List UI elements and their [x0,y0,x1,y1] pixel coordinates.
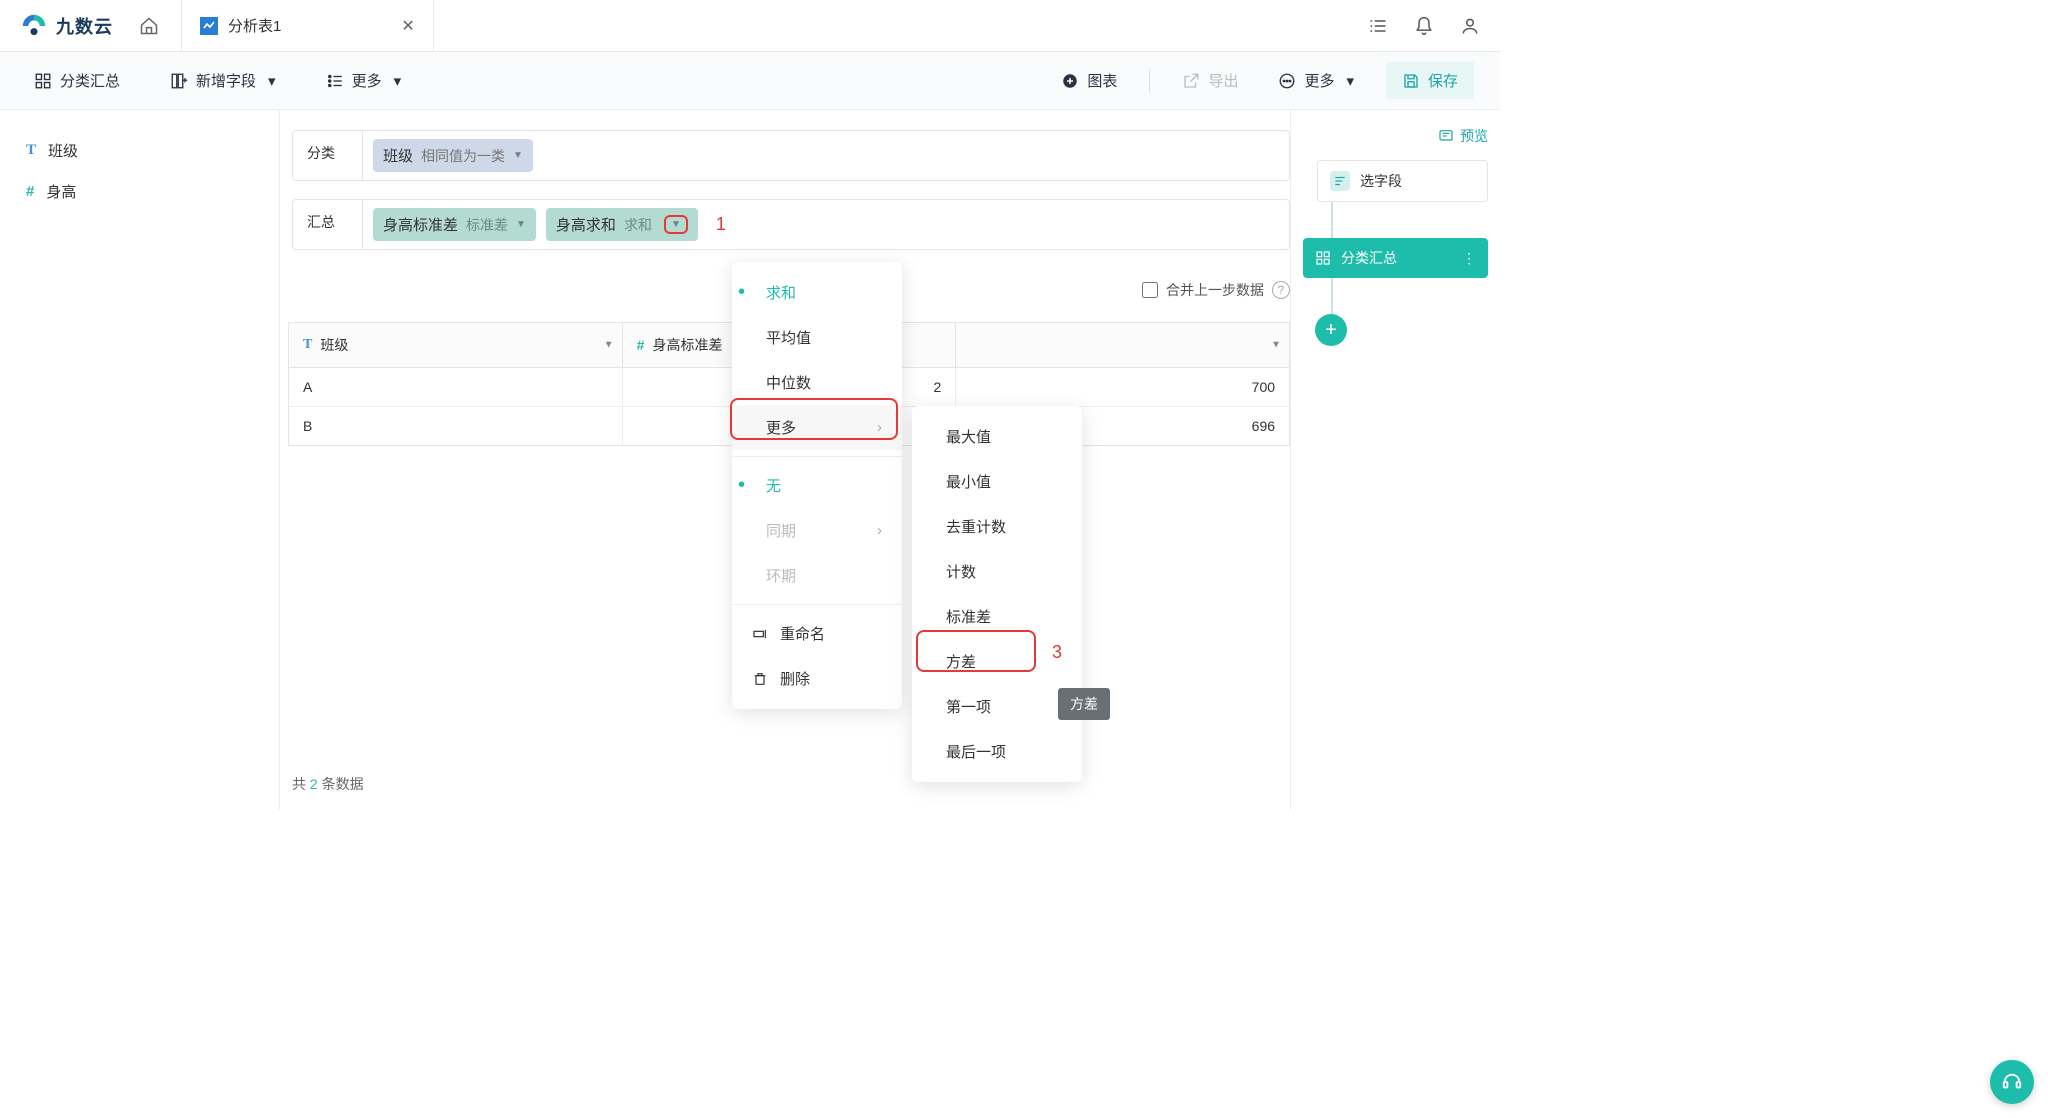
preview-icon [1438,128,1454,144]
headset-icon [2001,1071,2023,1093]
aggregate-type-menu: 求和 平均值 中位数 更多› 无 同期› 环期 重命名 删除 [732,262,902,709]
more-circle-icon [1278,72,1296,90]
menu-item-none[interactable]: 无 [732,463,902,508]
help-icon[interactable]: ? [1272,281,1290,299]
rename-icon [752,626,768,642]
chat-support-button[interactable] [1990,1060,2034,1104]
menu-item-sum[interactable]: 求和 [732,270,902,315]
caret-down-highlighted[interactable]: ▼ [664,215,688,234]
caret-down-icon[interactable]: ▼ [1271,340,1281,351]
column-header-class[interactable]: T 班级 ▼ [289,323,623,367]
menu-item-ring-period: 环期 [732,553,902,598]
more-button[interactable]: 更多 ▾ [318,64,410,97]
merge-checkbox[interactable] [1142,282,1158,298]
select-fields-icon [1330,171,1350,191]
add-field-button[interactable]: 新增字段 ▾ [162,64,284,97]
number-type-icon: # [637,337,645,353]
home-icon [139,16,159,36]
group-icon [1315,250,1331,266]
plus-circle-icon [1061,72,1079,90]
annotation-1: 1 [716,214,726,235]
aggregate-more-submenu: 最大值 最小值 去重计数 计数 标准差 方差 第一项 最后一项 [912,406,1082,782]
notification-icon[interactable] [1414,16,1434,36]
add-step-button[interactable]: + [1315,314,1347,346]
aggregate-label: 汇总 [292,199,362,250]
menu-item-last[interactable]: 最后一项 [912,729,1082,774]
menu-item-distinct-count[interactable]: 去重计数 [912,504,1082,549]
document-tab[interactable]: 分析表1 ✕ [181,0,434,52]
cell: 700 [956,368,1289,406]
menu-item-min[interactable]: 最小值 [912,459,1082,504]
caret-down-icon[interactable]: ▼ [516,219,526,230]
row-count-footer: 共 2 条数据 [288,758,1290,798]
text-type-icon: T [303,337,312,353]
step-select-fields[interactable]: 选字段 [1317,160,1488,202]
task-list-icon[interactable] [1368,16,1388,36]
field-list-panel: T 班级 # 身高 [0,110,280,810]
text-type-icon: T [26,142,36,159]
group-summary-button[interactable]: 分类汇总 [26,64,128,97]
trash-icon [752,671,768,687]
group-config-row: 分类 班级 相同值为一类 ▼ [292,130,1290,181]
menu-item-first[interactable]: 第一项 [912,684,1082,729]
caret-down-icon: ▾ [268,72,276,90]
chart-button[interactable]: 图表 [1053,64,1125,97]
column-header-3[interactable]: ▼ [956,323,1289,367]
aggregate-chip-zone[interactable]: 身高标准差 标准差 ▼ 身高求和 求和 ▼ 1 [362,199,1290,250]
tab-close-button[interactable]: ✕ [401,16,414,36]
toolbar: 分类汇总 新增字段 ▾ 更多 ▾ 图表 导出 更多 ▾ 保存 [0,52,1500,110]
annotation-3: 3 [1052,642,1062,663]
tab-title: 分析表1 [228,15,281,36]
menu-item-stddev[interactable]: 标准差 [912,594,1082,639]
chevron-right-icon: › [877,522,882,539]
list-icon [326,72,344,90]
analysis-icon [200,17,218,35]
app-header: 九数云 分析表1 ✕ [0,0,1500,52]
caret-down-icon[interactable]: ▼ [604,340,614,351]
field-item-height[interactable]: # 身高 [22,171,257,212]
variance-tooltip: 方差 [1058,688,1110,720]
menu-item-max[interactable]: 最大值 [912,414,1082,459]
brand-logo[interactable]: 九数云 [20,12,113,40]
group-chip-class[interactable]: 班级 相同值为一类 ▼ [373,139,533,172]
steps-panel: 预览 选字段 分类汇总 ⋮ + [1290,110,1500,810]
menu-item-delete[interactable]: 删除 [732,656,902,701]
menu-item-median[interactable]: 中位数 [732,360,902,405]
menu-item-same-period: 同期› [732,508,902,553]
field-item-class[interactable]: T 班级 [22,130,257,171]
menu-item-count[interactable]: 计数 [912,549,1082,594]
brand-text: 九数云 [56,13,113,39]
more-icon[interactable]: ⋮ [1462,250,1476,267]
chevron-right-icon: › [877,419,882,436]
brand-icon [20,12,48,40]
agg-chip-stddev[interactable]: 身高标准差 标准差 ▼ [373,208,536,241]
caret-down-icon[interactable]: ▼ [513,150,523,161]
user-icon[interactable] [1460,16,1480,36]
number-type-icon: # [26,183,34,200]
caret-down-icon: ▾ [394,72,402,90]
menu-item-more[interactable]: 更多› [732,405,902,450]
save-button[interactable]: 保存 [1386,62,1474,99]
step-group-summary[interactable]: 分类汇总 ⋮ [1303,238,1488,278]
export-icon [1182,72,1200,90]
aggregate-config-row: 汇总 身高标准差 标准差 ▼ 身高求和 求和 ▼ 1 [292,199,1290,250]
group-chip-zone[interactable]: 班级 相同值为一类 ▼ [362,130,1290,181]
group-label: 分类 [292,130,362,181]
merge-label: 合并上一步数据 [1166,280,1264,300]
cell: A [289,368,623,406]
agg-chip-sum[interactable]: 身高求和 求和 ▼ [546,208,698,241]
cell: B [289,407,623,445]
add-column-icon [170,72,188,90]
export-button[interactable]: 导出 [1174,64,1246,97]
menu-item-rename[interactable]: 重命名 [732,611,902,656]
group-icon [34,72,52,90]
preview-button[interactable]: 预览 [1303,126,1488,146]
save-icon [1402,72,1420,90]
menu-item-avg[interactable]: 平均值 [732,315,902,360]
more2-button[interactable]: 更多 ▾ [1270,64,1362,97]
home-button[interactable] [131,8,167,44]
caret-down-icon: ▾ [1346,72,1354,90]
